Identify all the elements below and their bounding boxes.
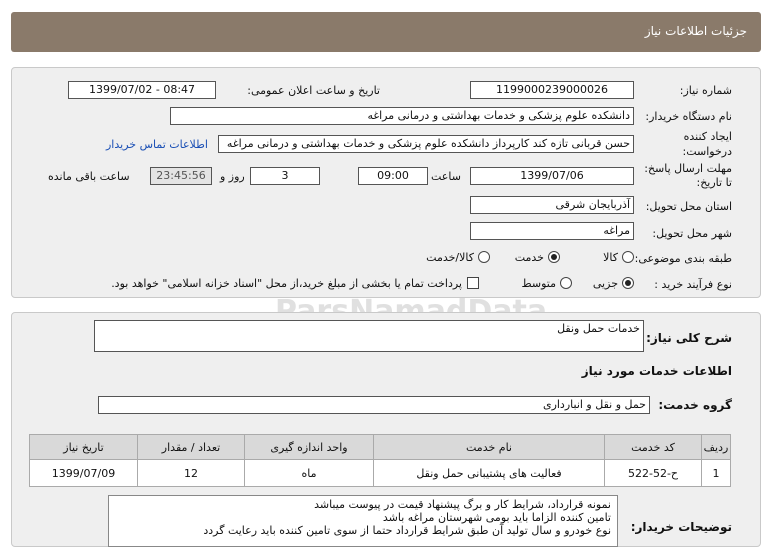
need-number-field: 1199000239000026 [470, 81, 634, 99]
buyer-note-line: نمونه قرارداد، شرایط کار و برگ پیشنهاد ق… [314, 498, 611, 511]
category-radio-goods[interactable] [622, 251, 634, 263]
cell-unit: ماه [244, 459, 374, 487]
deadline-label-line1: مهلت ارسال پاسخ: [644, 162, 732, 175]
remaining-label: ساعت باقی مانده [48, 170, 130, 183]
category-option-goods: کالا [603, 251, 618, 264]
deadline-date-field: 1399/07/06 [470, 167, 634, 185]
buyer-contact-link[interactable]: اطلاعات تماس خریدار [106, 138, 208, 151]
announce-label: تاریخ و ساعت اعلان عمومی: [247, 84, 380, 97]
days-label: روز و [220, 170, 245, 183]
process-radio-medium[interactable] [560, 277, 572, 289]
category-option-service: خدمت [514, 251, 544, 264]
buyer-field: دانشکده علوم پزشکی و خدمات بهداشتی و درم… [170, 107, 634, 125]
category-option-goods-service: کالا/خدمت [426, 251, 474, 264]
buyer-notes-box: نمونه قرارداد، شرایط کار و برگ پیشنهاد ق… [108, 495, 618, 547]
col-service-code: کد خدمت [604, 434, 702, 460]
buyer-note-line: تامین کننده الزاما باید بومی شهرستان مرا… [382, 511, 611, 524]
time-label: ساعت [431, 170, 461, 183]
table-row: 1 ح-52-522 فعالیت های پشتیبانی حمل ونقل … [29, 459, 731, 487]
category-radio-goods-service[interactable] [478, 251, 490, 263]
service-group-label: گروه خدمت: [658, 398, 732, 412]
summary-label: شرح کلی نیاز: [646, 331, 732, 345]
category-radio-service[interactable] [548, 251, 560, 263]
buyer-label: نام دستگاه خریدار: [645, 110, 732, 123]
category-label: طبقه بندی موضوعی: [634, 252, 732, 265]
need-number-label: شماره نیاز: [679, 84, 732, 97]
process-option-medium: متوسط [521, 277, 556, 290]
process-radio-minor[interactable] [622, 277, 634, 289]
creator-field: حسن قربانی تازه کند کارپرداز دانشکده علو… [218, 135, 634, 153]
process-option-minor: جزیی [592, 277, 618, 290]
days-field: 3 [250, 167, 320, 185]
service-group-field: حمل و نقل و انبارداری [98, 396, 650, 414]
cell-row: 1 [701, 459, 731, 487]
col-row: ردیف [701, 434, 731, 460]
page-title: جزئیات اطلاعات نیاز [644, 24, 747, 38]
summary-field: خدمات حمل ونقل [94, 320, 644, 352]
cell-need-date: 1399/07/09 [29, 459, 138, 487]
col-unit: واحد اندازه گیری [244, 434, 374, 460]
services-table: ردیف کد خدمت نام خدمت واحد اندازه گیری ت… [29, 434, 731, 487]
cell-service-code: ح-52-522 [604, 459, 702, 487]
cell-quantity: 12 [137, 459, 245, 487]
col-quantity: تعداد / مقدار [137, 434, 245, 460]
creator-label-line1: ایجاد کننده [683, 130, 732, 143]
services-info-heading: اطلاعات خدمات مورد نیاز [581, 364, 732, 378]
buyer-notes-label: توضیحات خریدار: [630, 520, 732, 534]
deadline-time-field: 09:00 [358, 167, 428, 185]
col-need-date: تاریخ نیاز [29, 434, 138, 460]
treasury-payment-checkbox[interactable] [467, 277, 479, 289]
creator-label-line2: درخواست: [682, 145, 732, 158]
cell-service-name: فعالیت های پشتیبانی حمل ونقل [373, 459, 605, 487]
announce-field: 1399/07/02 - 08:47 [68, 81, 216, 99]
deadline-label-line2: تا تاریخ: [696, 176, 732, 189]
remaining-time-field: 23:45:56 [150, 167, 212, 185]
process-label: نوع فرآیند خرید : [654, 278, 732, 291]
province-label: استان محل تحویل: [645, 200, 732, 213]
buyer-note-line: نوع خودرو و سال تولید آن طبق شرایط قرارد… [203, 524, 611, 537]
province-field: آذربایجان شرقی [470, 196, 634, 214]
city-label: شهر محل تحویل: [652, 227, 732, 240]
treasury-payment-note: پرداخت تمام یا بخشی از مبلغ خرید،از محل … [111, 277, 462, 290]
col-service-name: نام خدمت [373, 434, 605, 460]
page-title-bar: جزئیات اطلاعات نیاز [11, 12, 761, 52]
table-header-row: ردیف کد خدمت نام خدمت واحد اندازه گیری ت… [29, 434, 731, 460]
city-field: مراغه [470, 222, 634, 240]
